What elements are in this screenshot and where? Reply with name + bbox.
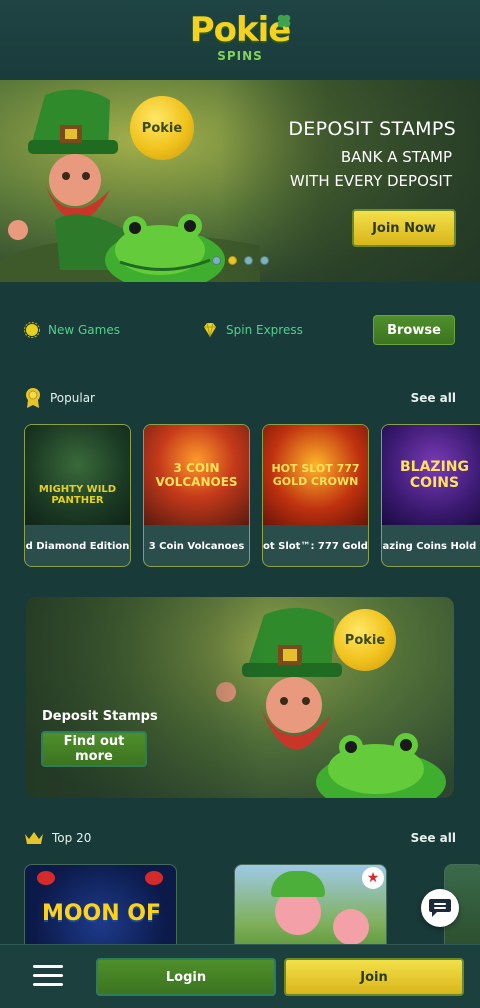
game-card[interactable]: HOT SLOT 777 GOLD CROWN ot Slot™: 777 Go… bbox=[262, 424, 369, 567]
login-button[interactable]: Login bbox=[96, 958, 276, 996]
new-games-label: New Games bbox=[48, 323, 120, 337]
new-games-link[interactable]: New Games bbox=[24, 310, 120, 350]
pig-hat bbox=[271, 871, 325, 897]
game-thumbnail: BLAZING COINS bbox=[382, 425, 480, 525]
clover-icon bbox=[277, 14, 291, 28]
carousel-dot-active[interactable] bbox=[228, 256, 237, 265]
popular-see-all-link[interactable]: See all bbox=[411, 391, 456, 405]
popular-games-row: MIGHTY WILD PANTHER d Diamond Edition 3 … bbox=[24, 424, 480, 568]
hero-title: DEPOSIT STAMPS bbox=[288, 118, 456, 140]
top20-see-all-link[interactable]: See all bbox=[411, 831, 456, 845]
find-out-more-button[interactable]: Find out more bbox=[41, 731, 147, 767]
game-name: ot Slot™: 777 Gold bbox=[263, 540, 368, 552]
popular-section-header: Popular See all bbox=[24, 386, 456, 410]
join-button[interactable]: Join bbox=[284, 958, 464, 996]
game-card[interactable]: MOON OF bbox=[24, 864, 177, 944]
game-art-text: BLAZING COINS bbox=[400, 459, 469, 491]
game-card[interactable]: BLAZING COINS azing Coins Hold a bbox=[381, 424, 480, 567]
popular-title: Popular bbox=[50, 391, 95, 405]
game-card[interactable]: 3 COIN VOLCANOES 3 Coin Volcanoes bbox=[143, 424, 250, 567]
site-header: Pokie SPINS bbox=[0, 0, 480, 80]
carousel-dot[interactable] bbox=[212, 256, 221, 265]
top20-section-header: Top 20 See all bbox=[24, 826, 456, 850]
join-now-button[interactable]: Join Now bbox=[352, 209, 456, 247]
hero-coin-text: Pokie bbox=[141, 120, 183, 136]
pokie-spins-logo[interactable]: Pokie SPINS bbox=[185, 10, 295, 70]
pig-character bbox=[333, 909, 369, 944]
game-card[interactable]: MIGHTY WILD PANTHER d Diamond Edition bbox=[24, 424, 131, 567]
diamond-icon bbox=[204, 322, 216, 338]
star-badge-icon: ★ bbox=[362, 867, 384, 889]
hero-banner[interactable]: Pokie DEPOSIT STAMPS BANK A STAMP WITH E… bbox=[0, 80, 480, 282]
deposit-stamps-promo[interactable]: Pokie Deposit Stamps Find out more bbox=[26, 597, 454, 798]
pokie-coin-icon: Pokie bbox=[334, 609, 396, 671]
pokie-coin-icon: Pokie bbox=[130, 96, 194, 160]
browse-button[interactable]: Browse bbox=[373, 315, 455, 345]
game-thumbnail: HOT SLOT 777 GOLD CROWN bbox=[263, 425, 368, 525]
promo-coin-text: Pokie bbox=[344, 632, 386, 648]
game-art-text: MIGHTY WILD PANTHER bbox=[38, 484, 117, 506]
game-art-text: 3 COIN VOLCANOES bbox=[155, 461, 238, 489]
carousel-dot[interactable] bbox=[244, 256, 253, 265]
hero-subtitle-line2: WITH EVERY DEPOSIT bbox=[289, 172, 452, 190]
chat-button[interactable] bbox=[421, 889, 459, 927]
logo-subtext: SPINS bbox=[217, 49, 263, 63]
top20-title: Top 20 bbox=[52, 831, 92, 845]
game-name: d Diamond Edition bbox=[25, 540, 130, 552]
sun-icon bbox=[24, 322, 40, 338]
award-icon bbox=[26, 388, 40, 408]
hero-subtitle-line1: BANK A STAMP bbox=[340, 148, 452, 166]
quick-nav: New Games Spin Express Browse bbox=[0, 310, 480, 350]
carousel-dots bbox=[212, 256, 269, 265]
game-art-text: MOON OF bbox=[41, 901, 162, 926]
promo-overlay bbox=[26, 597, 266, 798]
top20-games-row: MOON OF ★ bbox=[24, 864, 480, 944]
game-name: 3 Coin Volcanoes bbox=[148, 540, 245, 552]
carousel-dot[interactable] bbox=[260, 256, 269, 265]
game-thumbnail: MIGHTY WILD PANTHER bbox=[25, 425, 130, 525]
hamburger-menu-icon[interactable] bbox=[33, 965, 63, 989]
lantern-icon bbox=[37, 871, 55, 885]
game-thumbnail: 3 COIN VOLCANOES bbox=[144, 425, 249, 525]
promo-title: Deposit Stamps bbox=[42, 709, 158, 724]
bottom-bar: Login Join bbox=[0, 944, 480, 1008]
chat-icon bbox=[429, 899, 451, 917]
game-art-text: HOT SLOT 777 GOLD CROWN bbox=[271, 462, 360, 488]
crown-icon bbox=[25, 832, 43, 844]
spin-express-link[interactable]: Spin Express bbox=[202, 310, 303, 350]
lantern-icon bbox=[145, 871, 163, 885]
spin-express-label: Spin Express bbox=[226, 323, 303, 337]
game-name: azing Coins Hold a bbox=[382, 540, 480, 552]
game-card[interactable]: ★ bbox=[234, 864, 387, 944]
